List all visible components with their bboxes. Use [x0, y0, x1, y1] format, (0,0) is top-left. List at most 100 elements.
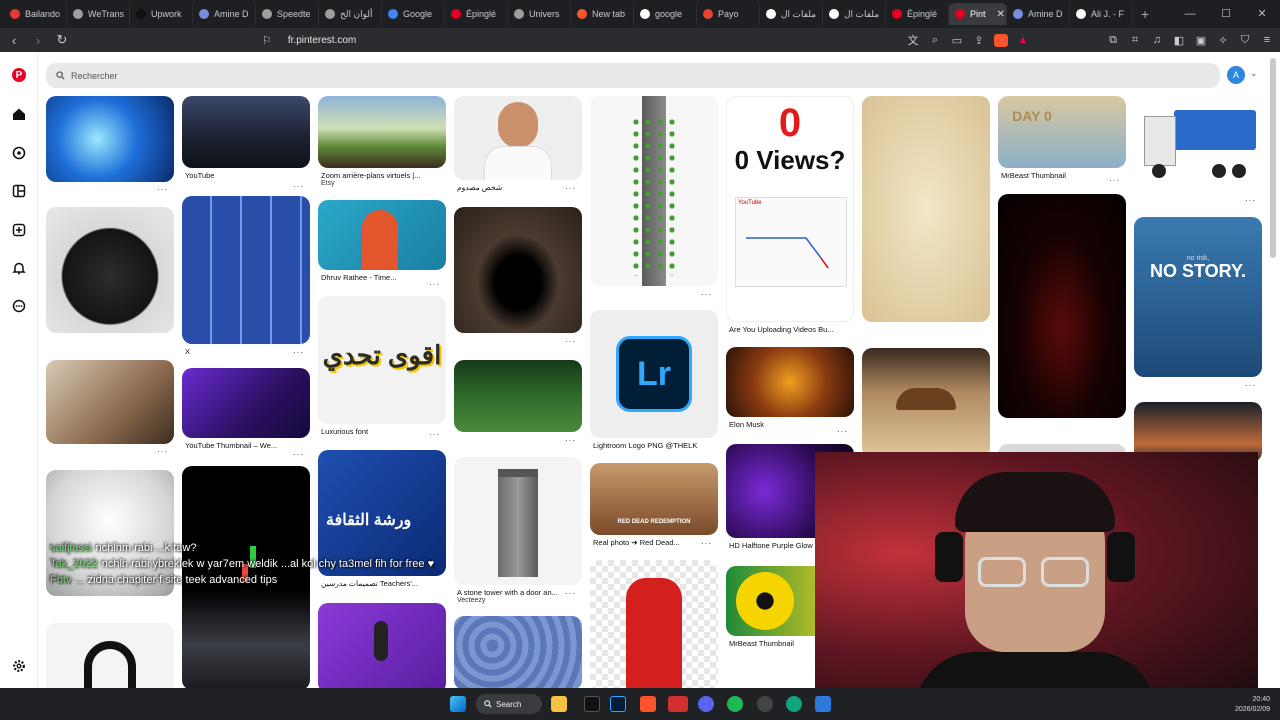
pin-card[interactable]: X ··· [182, 196, 310, 357]
more-options-icon[interactable]: ··· [565, 184, 576, 193]
browser-tab[interactable]: Amine D [193, 3, 256, 25]
pin-card[interactable]: اقوى تحدي Luxurious font ··· [318, 296, 446, 439]
browser-tab[interactable]: Upwork [130, 3, 193, 25]
close-icon[interactable]: ✕ [1244, 0, 1280, 28]
cast-icon[interactable]: ▭ [950, 34, 964, 47]
browser-tab[interactable]: Google [382, 3, 445, 25]
maximize-icon[interactable]: ☐ [1208, 0, 1244, 28]
taskbar-search-button[interactable]: Search [476, 694, 542, 714]
more-options-icon[interactable]: ··· [565, 337, 576, 346]
pin-card[interactable]: 0 0 Views? YouTube Are You Uploading Vid… [726, 96, 854, 334]
music-icon[interactable]: ♫ [1150, 34, 1164, 46]
pin-card[interactable]: ··· [454, 360, 582, 445]
more-options-icon[interactable]: ··· [565, 589, 576, 598]
pin-image[interactable] [726, 347, 854, 417]
pin-image[interactable]: 0 0 Views? YouTube [726, 96, 854, 322]
pin-card[interactable]: Dhruv Rathee - Time... ··· [318, 200, 446, 289]
brave-browser-icon[interactable] [640, 696, 656, 712]
messages-icon[interactable] [11, 298, 27, 314]
brave-shield-icon[interactable] [994, 33, 1008, 47]
forward-icon[interactable]: › [28, 33, 48, 48]
pin-card[interactable] [998, 194, 1126, 418]
more-options-icon[interactable]: ··· [565, 436, 576, 445]
explore-icon[interactable] [11, 145, 27, 161]
tab-close-icon[interactable]: ✕ [997, 9, 1005, 20]
browser-tab[interactable]: New tab [571, 3, 634, 25]
pin-image[interactable] [454, 457, 582, 585]
leo-icon[interactable]: ✧ [1216, 34, 1230, 47]
chatgpt-icon[interactable] [786, 696, 802, 712]
photoshop-icon[interactable] [610, 696, 626, 712]
file-explorer-icon[interactable] [551, 696, 567, 712]
more-options-icon[interactable]: ··· [701, 290, 712, 299]
bookmark-icon[interactable]: ⚐ [262, 34, 272, 47]
sidebar-toggle-icon[interactable]: ◧ [1172, 34, 1186, 47]
pin-card[interactable]: RED DEAD REDEMPTION Real photo ➜ Red Dea… [590, 463, 718, 548]
browser-tab[interactable]: Speedte [256, 3, 319, 25]
pin-card[interactable]: no risk, NO STORY. ··· [1134, 217, 1262, 390]
create-icon[interactable] [11, 222, 27, 238]
pin-image[interactable]: no risk, NO STORY. [1134, 217, 1262, 377]
more-options-icon[interactable]: ··· [293, 450, 304, 459]
avatar[interactable]: A [1227, 66, 1245, 84]
more-options-icon[interactable]: ··· [837, 427, 848, 436]
more-options-icon[interactable]: ··· [157, 447, 168, 456]
browser-tab[interactable]: ألوان الخ [319, 3, 382, 25]
pin-image[interactable] [862, 96, 990, 322]
browser-tab[interactable]: Épinglé [886, 3, 949, 25]
obs-icon[interactable] [757, 696, 773, 712]
pin-card[interactable]: Zoom arrière-plans virtuels |... Etsy [318, 96, 446, 187]
extensions-icon[interactable]: ⧉ [1106, 34, 1120, 47]
pin-card[interactable]: Elon Musk ··· [726, 347, 854, 436]
more-options-icon[interactable]: ··· [293, 348, 304, 357]
brave-rewards-icon[interactable]: ▲ [1016, 34, 1030, 46]
share-icon[interactable]: ⇪ [972, 34, 986, 47]
search-input[interactable]: Rechercher [71, 71, 118, 81]
pin-image[interactable] [182, 368, 310, 438]
more-options-icon[interactable]: ··· [1245, 381, 1256, 390]
pin-image[interactable]: Lr [590, 310, 718, 438]
more-options-icon[interactable]: ··· [293, 182, 304, 191]
pin-card[interactable] [862, 348, 990, 458]
more-options-icon[interactable]: ··· [157, 185, 168, 194]
pin-card[interactable]: ··· [46, 207, 174, 456]
home-icon[interactable] [11, 106, 27, 122]
pin-card[interactable]: شخص مصدوم ··· [454, 96, 582, 193]
pin-card[interactable]: YouTube Thumbnail – We... ··· [182, 368, 310, 459]
pin-card[interactable]: YouTube ··· [182, 96, 310, 191]
pin-card[interactable]: ··· [590, 96, 718, 299]
pin-card[interactable]: ··· [454, 207, 582, 346]
minimize-icon[interactable]: — [1172, 0, 1208, 28]
pin-image[interactable] [454, 207, 582, 333]
pin-card[interactable] [46, 623, 174, 688]
url-field[interactable]: fr.pinterest.com [288, 35, 356, 46]
pin-image[interactable] [46, 207, 174, 333]
browser-tab[interactable]: Ali J. - F [1070, 3, 1133, 25]
windows-start-icon[interactable] [450, 696, 466, 712]
pin-image[interactable] [46, 96, 174, 182]
more-options-icon[interactable]: ··· [429, 280, 440, 289]
browser-tab[interactable]: Payo [697, 3, 760, 25]
spotify-icon[interactable] [727, 696, 743, 712]
browser-tab[interactable]: ملفات ال [823, 3, 886, 25]
pin-image[interactable] [862, 348, 990, 458]
tradingview-icon[interactable] [584, 696, 600, 712]
pinterest-logo[interactable]: P [11, 67, 27, 83]
pin-card[interactable]: ··· [46, 360, 174, 444]
more-options-icon[interactable]: ··· [701, 539, 712, 548]
app-icon[interactable] [668, 696, 688, 712]
pin-card[interactable] [454, 616, 582, 688]
discord-icon[interactable] [698, 696, 714, 712]
pin-image[interactable] [318, 603, 446, 688]
browser-tab[interactable]: Bailando [4, 3, 67, 25]
boards-icon[interactable] [11, 183, 27, 199]
browser-tab[interactable]: Univers [508, 3, 571, 25]
pin-card[interactable]: Lr Lightroom Logo PNG @THELK [590, 310, 718, 450]
pin-image[interactable] [454, 96, 582, 180]
pin-card[interactable] [862, 96, 990, 322]
pin-image[interactable] [454, 360, 582, 432]
pin-card[interactable]: ··· [46, 96, 174, 194]
browser-tab[interactable]: Épinglé [445, 3, 508, 25]
screenshot-icon[interactable]: ⌗ [1128, 34, 1142, 47]
browser-tab[interactable]: google [634, 3, 697, 25]
